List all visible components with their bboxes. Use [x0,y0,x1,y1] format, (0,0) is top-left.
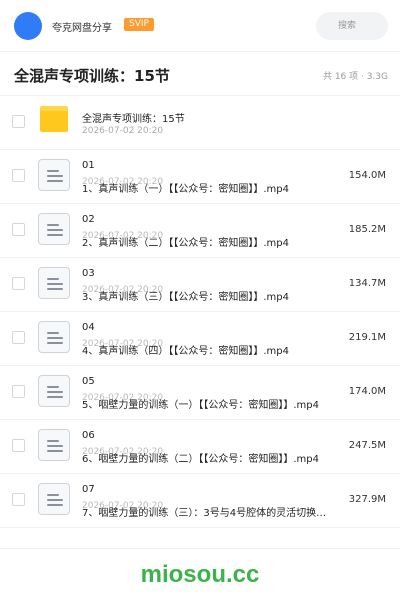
row-checkbox[interactable] [12,115,25,128]
avatar[interactable] [14,12,42,40]
folder-row[interactable]: 全混声专项训练：15节 2026-07-02 20:20 [0,96,400,150]
folder-date: 2026-07-02 20:20 [82,126,164,136]
search-input[interactable]: 搜索 [316,12,388,40]
file-number: 05 [82,376,95,387]
file-row[interactable]: 07 2026-07-02 20:20 7、咽壁力量的训练（三）：3号与4号腔体… [0,474,400,528]
top-bar: 夸克网盘分享 SVIP 搜索 [0,0,400,52]
file-size: 219.1M [348,332,386,343]
row-checkbox[interactable] [12,493,25,506]
folder-name: 全混声专项训练：15节 [82,114,185,125]
document-icon [38,483,70,515]
file-size: 247.5M [348,440,386,451]
file-name: 5、咽壁力量的训练（一）【【公众号：密知圈】】.mp4 [82,400,319,411]
file-row[interactable]: 01 2026-07-02 20:20 1、真声训练（一）【【公众号：密知圈】】… [0,150,400,204]
file-row[interactable]: 05 2026-07-02 20:20 5、咽壁力量的训练（一）【【公众号：密知… [0,366,400,420]
document-icon [38,321,70,353]
item-summary: 共 16 项 · 3.3G [322,72,388,82]
page-title: 全混声专项训练：15节 [14,67,170,85]
file-number: 04 [82,322,95,333]
document-icon [38,375,70,407]
row-checkbox[interactable] [12,223,25,236]
document-icon [38,159,70,191]
brand-watermark: miosou.cc [140,561,260,588]
file-name: 2、真声训练（二）【【公众号：密知圈】】.mp4 [82,238,289,249]
file-size: 185.2M [348,224,386,235]
row-checkbox[interactable] [12,331,25,344]
file-size: 134.7M [348,278,386,289]
file-row[interactable]: 03 2026-07-02 20:20 3、真声训练（三）【【公众号：密知圈】】… [0,258,400,312]
row-checkbox[interactable] [12,385,25,398]
username: 夸克网盘分享 [52,23,112,34]
row-checkbox[interactable] [12,277,25,290]
file-number: 03 [82,268,95,279]
file-number: 07 [82,484,95,495]
svip-badge: SVIP [124,18,154,31]
file-name: 3、真声训练（三）【【公众号：密知圈】】.mp4 [82,292,289,303]
document-icon [38,429,70,461]
file-row[interactable]: 02 2026-07-02 20:20 2、真声训练（二）【【公众号：密知圈】】… [0,204,400,258]
file-name: 1、真声训练（一）【【公众号：密知圈】】.mp4 [82,184,289,195]
file-number: 01 [82,160,95,171]
footer: miosou.cc [0,548,400,600]
title-bar: 全混声专项训练：15节 共 16 项 · 3.3G [0,52,400,96]
file-name: 7、咽壁力量的训练（三）：3号与4号腔体的灵活切换.mp4 [82,508,327,519]
file-name: 6、咽壁力量的训练（二）【【公众号：密知圈】】.mp4 [82,454,319,465]
document-icon [38,267,70,299]
file-name: 4、真声训练（四）【【公众号：密知圈】】.mp4 [82,346,289,357]
file-row[interactable]: 06 2026-07-02 20:20 6、咽壁力量的训练（二）【【公众号：密知… [0,420,400,474]
file-number: 06 [82,430,95,441]
document-icon [38,213,70,245]
folder-icon [40,106,68,132]
file-row[interactable]: 04 2026-07-02 20:20 4、真声训练（四）【【公众号：密知圈】】… [0,312,400,366]
file-size: 174.0M [348,386,386,397]
file-size: 327.9M [348,494,386,505]
file-size: 154.0M [348,170,386,181]
row-checkbox[interactable] [12,439,25,452]
file-number: 02 [82,214,95,225]
row-checkbox[interactable] [12,169,25,182]
